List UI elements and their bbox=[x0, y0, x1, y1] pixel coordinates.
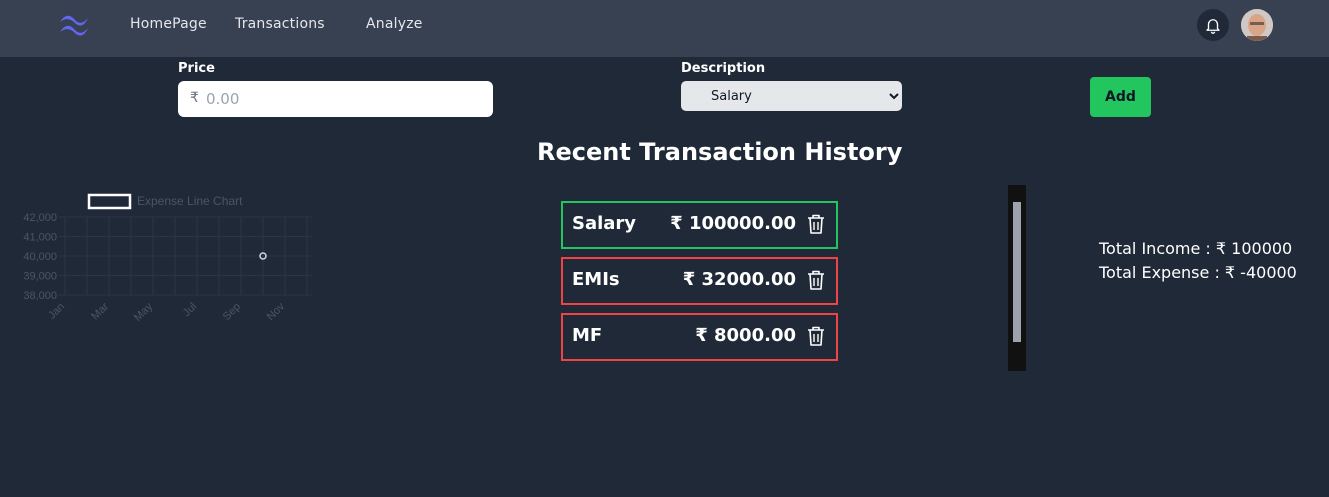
total-income: Total Income : ₹ 100000 bbox=[1099, 239, 1293, 258]
avatar-photo bbox=[1241, 9, 1273, 41]
transaction-amount: ₹ 32000.00 bbox=[682, 269, 796, 290]
transaction-row: EMIs ₹ 32000.00 bbox=[561, 257, 838, 305]
transaction-amount: ₹ 100000.00 bbox=[670, 213, 796, 234]
trash-icon[interactable] bbox=[806, 325, 826, 347]
history-title: Recent Transaction History bbox=[537, 138, 903, 166]
chart-y-tick-label: 39,000 bbox=[23, 271, 57, 283]
chart-x-tick-label: May bbox=[132, 300, 156, 324]
chart-x-tick-label: Mar bbox=[89, 300, 111, 322]
add-button[interactable]: Add bbox=[1090, 77, 1151, 117]
price-input[interactable] bbox=[206, 81, 486, 117]
expense-line-chart: 42,000 41,000 40,000 39,000 38,000 Jan Mar May J… bbox=[0, 185, 330, 345]
chart-x-tick-label: Jan bbox=[46, 301, 67, 322]
transaction-name: MF bbox=[572, 325, 603, 346]
notification-button[interactable] bbox=[1197, 9, 1229, 41]
transaction-row: MF ₹ 8000.00 bbox=[561, 313, 838, 361]
chart-x-tick-label: Nov bbox=[265, 300, 288, 323]
chart-legend-label: Expense Line Chart bbox=[137, 194, 243, 208]
nav-link-homepage[interactable]: HomePage bbox=[130, 16, 207, 32]
totals-summary: Total Income : ₹ 100000 Total Expense : … bbox=[1099, 237, 1297, 285]
chart-y-tick-label: 38,000 bbox=[23, 290, 57, 302]
description-label: Description bbox=[681, 61, 766, 76]
chart-y-tick-label: 42,000 bbox=[23, 212, 57, 224]
transaction-row: Salary ₹ 100000.00 bbox=[561, 201, 838, 249]
nav-link-transactions[interactable]: Transactions bbox=[235, 16, 325, 32]
price-field[interactable]: ₹ bbox=[178, 81, 493, 117]
user-avatar[interactable] bbox=[1241, 9, 1273, 41]
description-select[interactable]: Salary bbox=[681, 81, 902, 111]
chart-x-tick-label: Jul bbox=[181, 301, 199, 319]
bell-icon bbox=[1206, 19, 1220, 34]
trash-icon[interactable] bbox=[806, 269, 826, 291]
transaction-name: Salary bbox=[572, 213, 637, 234]
logo-icon[interactable] bbox=[56, 12, 94, 38]
currency-symbol: ₹ bbox=[190, 90, 199, 106]
chart-x-tick-label: Sep bbox=[221, 301, 243, 323]
scrollbar-thumb[interactable] bbox=[1013, 202, 1021, 342]
total-expense: Total Expense : ₹ -40000 bbox=[1099, 263, 1297, 282]
transaction-name: EMIs bbox=[572, 269, 620, 290]
trash-icon[interactable] bbox=[806, 213, 826, 235]
nav-link-analyze[interactable]: Analyze bbox=[366, 16, 423, 32]
chart-legend-swatch bbox=[87, 193, 132, 210]
price-label: Price bbox=[178, 61, 215, 76]
chart-y-tick-label: 40,000 bbox=[23, 251, 57, 263]
transaction-amount: ₹ 8000.00 bbox=[695, 325, 796, 346]
chart-svg: 42,000 41,000 40,000 39,000 38,000Jan Mar May J… bbox=[23, 193, 312, 324]
chart-y-tick-label: 41,000 bbox=[23, 232, 57, 244]
navbar: HomePage Transactions Analyze bbox=[0, 0, 1329, 57]
history-scrollbar[interactable] bbox=[1008, 185, 1026, 371]
